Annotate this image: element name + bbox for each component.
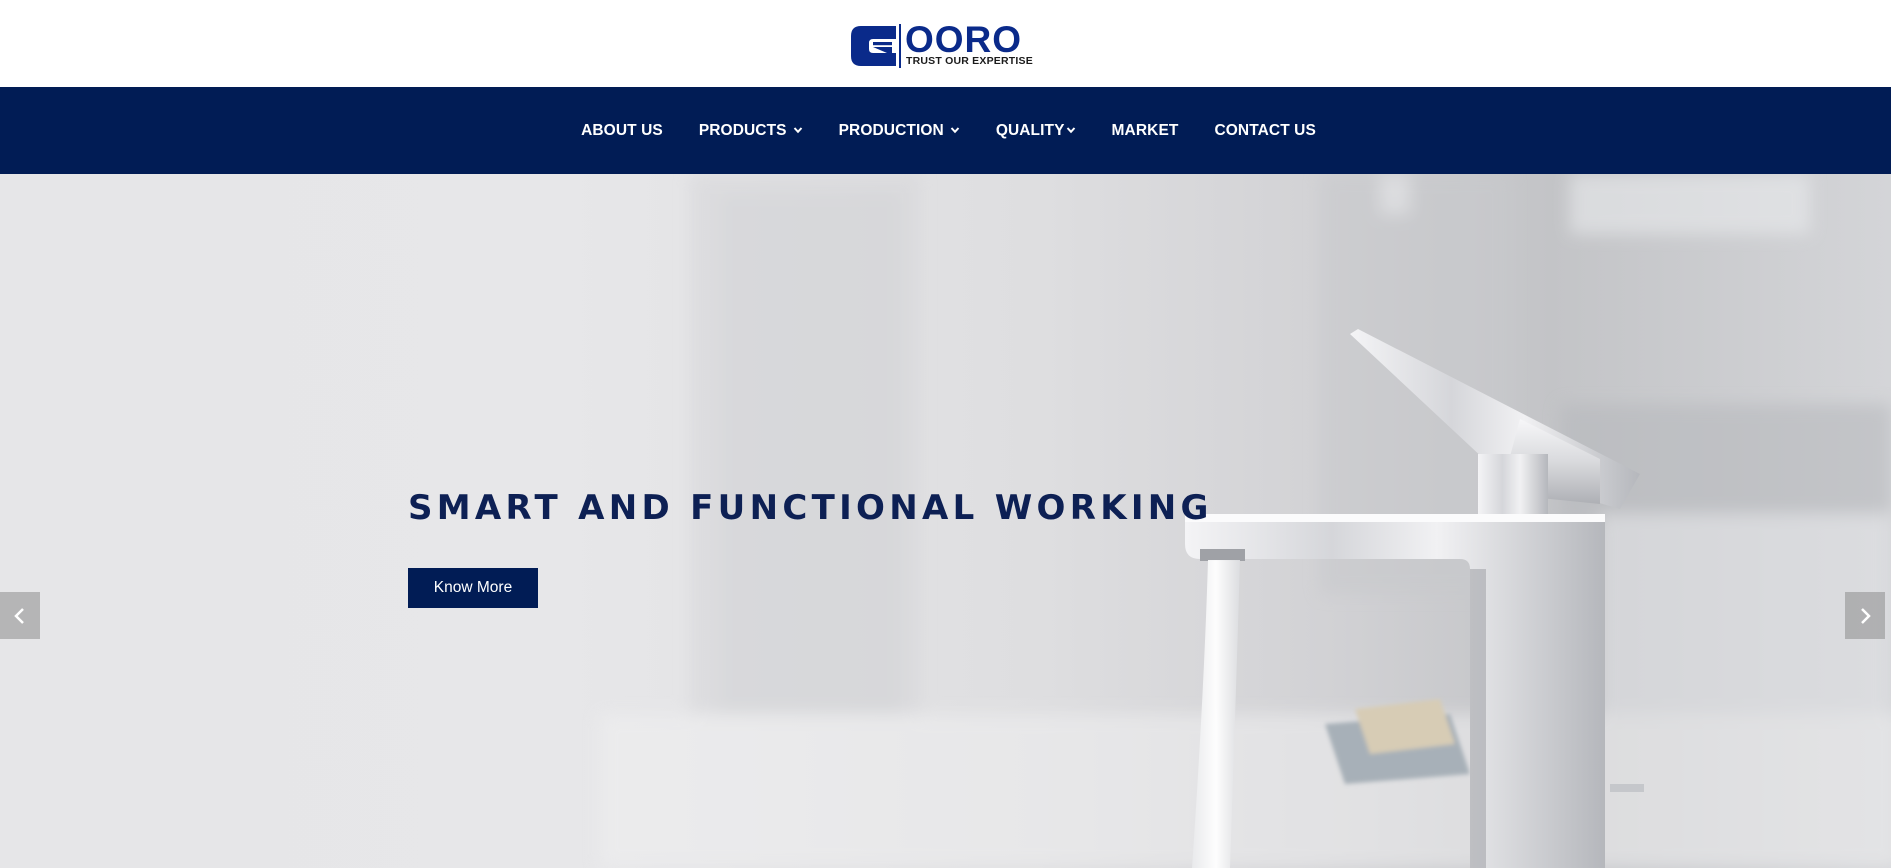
slider-next-button[interactable] <box>1845 592 1885 639</box>
nav-item-label: PRODUCTION <box>838 121 944 139</box>
nav-item-label: PRODUCTS <box>698 121 787 139</box>
main-nav: ABOUT US PRODUCTS PRODUCTION QUALITY MAR… <box>0 87 1891 174</box>
nav-item-label: ABOUT US <box>581 121 663 139</box>
know-more-button[interactable]: Know More <box>408 568 538 608</box>
chevron-down-icon <box>1066 126 1075 133</box>
nav-item-label: MARKET <box>1111 121 1179 139</box>
nav-item-about-us[interactable]: ABOUT US <box>563 87 681 174</box>
logo-link[interactable]: OORO TRUST OUR EXPERTISE <box>851 19 1033 69</box>
hero-slider: SMART AND FUNCTIONAL WORKING Know More <box>0 174 1891 868</box>
nav-item-label: QUALITY <box>995 121 1065 139</box>
chevron-down-icon <box>950 126 960 133</box>
nav-list: ABOUT US PRODUCTS PRODUCTION QUALITY MAR… <box>0 87 1891 174</box>
logo-tagline: TRUST OUR EXPERTISE <box>906 55 1033 67</box>
slider-prev-button[interactable] <box>0 592 40 639</box>
nav-item-products[interactable]: PRODUCTS <box>681 87 821 174</box>
chevron-down-icon <box>793 126 802 133</box>
nav-item-production[interactable]: PRODUCTION <box>821 87 978 174</box>
site-header: OORO TRUST OUR EXPERTISE <box>0 0 1891 87</box>
chevron-right-icon <box>1861 607 1871 624</box>
chevron-left-icon <box>14 607 24 624</box>
nav-item-quality[interactable]: QUALITY <box>978 87 1094 174</box>
nav-item-label: CONTACT US <box>1214 121 1316 139</box>
hero-title: SMART AND FUNCTIONAL WORKING <box>408 488 1213 528</box>
logo-mark-icon <box>851 26 896 66</box>
nav-item-contact-us[interactable]: CONTACT US <box>1196 87 1333 174</box>
logo-divider <box>899 24 901 68</box>
nav-item-market[interactable]: MARKET <box>1094 87 1197 174</box>
